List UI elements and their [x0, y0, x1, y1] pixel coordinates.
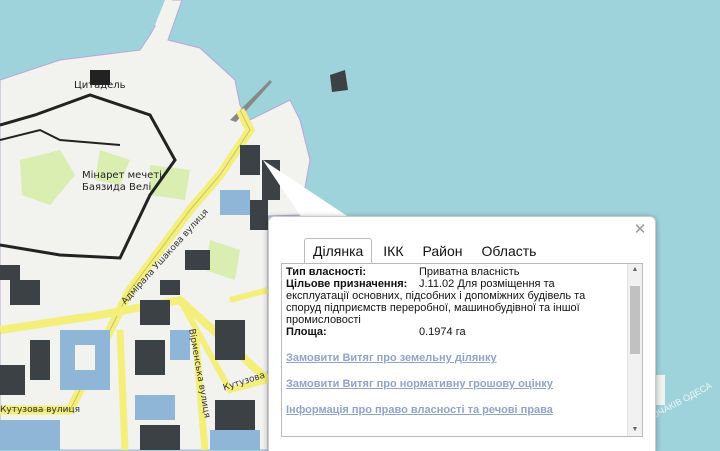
street-label-kutuzova-west: Кутузова вулиця	[0, 405, 81, 415]
parcel-details: Тип власності: Приватна власність Цільов…	[286, 266, 622, 434]
order-parcel-extract-link[interactable]: Замовити Витяг про земельну ділянку	[286, 352, 622, 364]
minaret-label-line2: Баязида Велі	[82, 182, 152, 193]
order-valuation-extract-link[interactable]: Замовити Витяг про нормативну грошову оц…	[286, 378, 622, 390]
tab-ikk[interactable]: ІКК	[375, 239, 411, 263]
purpose-label: Цільове призначення:	[286, 278, 408, 290]
parcel-info-popup: ✕ Ділянка ІКК Район Область Тип власност…	[268, 216, 656, 451]
area-label: Площа:	[286, 326, 327, 338]
popup-tabs: Ділянка ІКК Район Область	[304, 238, 547, 264]
ownership-row: Тип власності: Приватна власність	[286, 266, 622, 278]
scroll-up-arrow-icon[interactable]: ▲	[628, 264, 642, 276]
minaret-label-line1: Мінарет мечеті	[82, 170, 162, 181]
purpose-value-line1: J.11.02 Для розміщення та	[419, 278, 555, 290]
tab-district[interactable]: Район	[415, 239, 471, 263]
vertical-scrollbar[interactable]: ▲ ▼	[627, 264, 642, 436]
tab-parcel[interactable]: Ділянка	[304, 238, 373, 264]
scrollbar-thumb[interactable]	[630, 285, 640, 354]
area-value: 0.1974 га	[419, 326, 466, 338]
purpose-value-rest: експлуатації основних, підсобних і допом…	[286, 290, 586, 326]
purpose-row: Цільове призначення: J.11.02 Для розміще…	[286, 278, 622, 290]
tab-content-panel: Тип власності: Приватна власність Цільов…	[281, 263, 643, 437]
tab-region[interactable]: Область	[474, 239, 545, 263]
citadel-label: Цитадель	[74, 80, 126, 91]
ownership-rights-info-link[interactable]: Інформація про право власності та речові…	[286, 404, 622, 416]
ownership-label: Тип власності:	[286, 266, 367, 278]
ownership-value: Приватна власність	[419, 266, 520, 278]
area-row: Площа: 0.1974 га	[286, 326, 622, 338]
scroll-down-arrow-icon[interactable]: ▼	[628, 424, 642, 436]
close-icon[interactable]: ✕	[633, 222, 647, 237]
